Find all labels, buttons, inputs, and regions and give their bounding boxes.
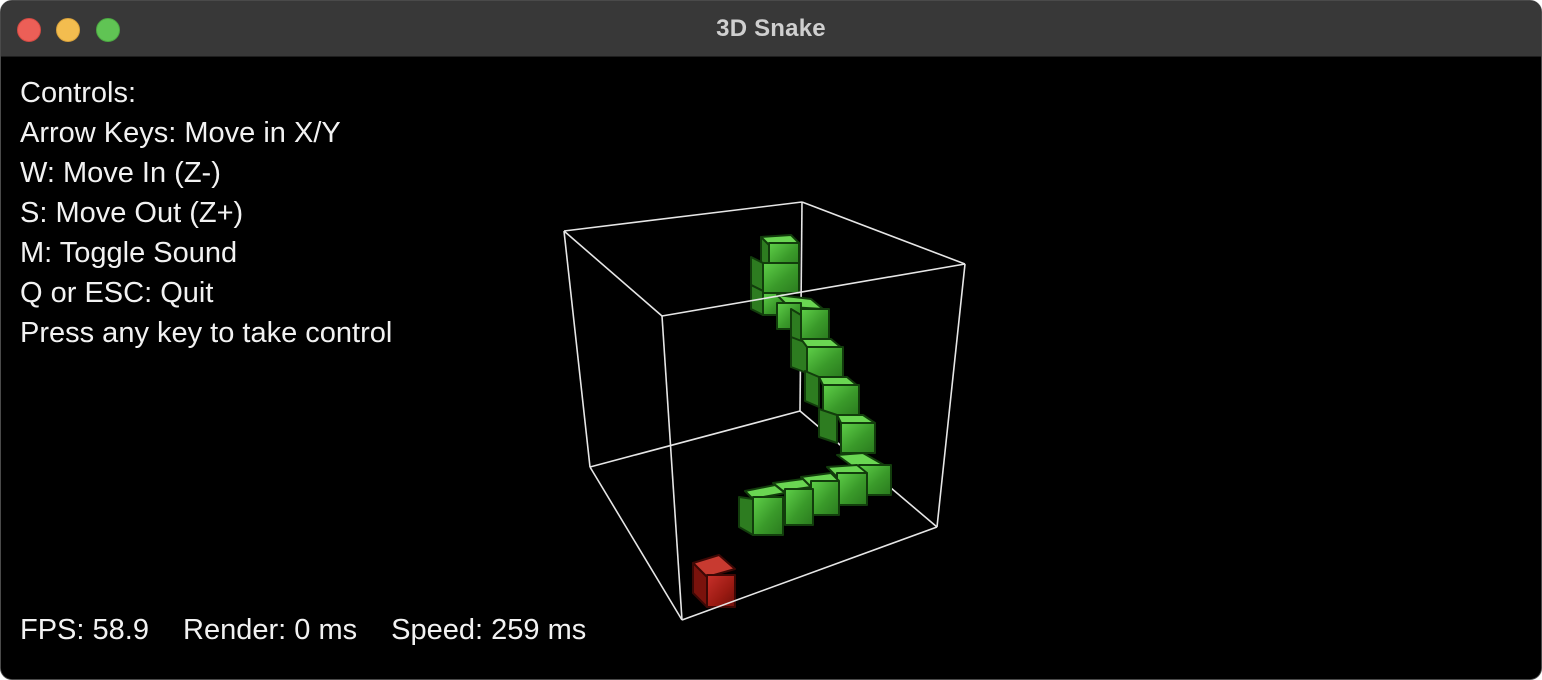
controls-heading: Controls: bbox=[20, 77, 137, 109]
stats-bar: FPS: 58.9 Render: 0 ms Speed: 259 ms bbox=[20, 614, 586, 647]
control-line: W: Move In (Z-) bbox=[20, 157, 221, 189]
snake-segment bbox=[804, 370, 860, 416]
window-title: 3D Snake bbox=[716, 15, 826, 42]
cage-edge bbox=[936, 263, 966, 528]
food-cube bbox=[692, 554, 736, 608]
cage-edge bbox=[589, 466, 683, 621]
game-viewport[interactable]: Controls: Arrow Keys: Move in X/Y W: Mov… bbox=[1, 57, 1541, 679]
render-readout: Render: 0 ms bbox=[183, 614, 358, 646]
speed-readout: Speed: 259 ms bbox=[391, 614, 587, 646]
snake-segment bbox=[738, 484, 786, 536]
control-line: Press any key to take control bbox=[20, 317, 393, 349]
controls-panel: Controls: Arrow Keys: Move in X/Y W: Mov… bbox=[20, 73, 392, 353]
snake-segment bbox=[790, 336, 844, 378]
cage-edge bbox=[563, 230, 591, 468]
cage-edge bbox=[661, 315, 683, 621]
cage-edge bbox=[563, 230, 663, 317]
cage-edge bbox=[589, 410, 801, 468]
title-bar[interactable]: 3D Snake bbox=[1, 1, 1541, 57]
app-window: 3D Snake Controls: Arrow Keys: Move in X… bbox=[0, 0, 1542, 680]
control-line: Q or ESC: Quit bbox=[20, 277, 214, 309]
control-line: S: Move Out (Z+) bbox=[20, 197, 244, 229]
control-line: Arrow Keys: Move in X/Y bbox=[20, 117, 341, 149]
snake-segment bbox=[818, 408, 876, 454]
fps-readout: FPS: 58.9 bbox=[20, 614, 149, 646]
control-line: M: Toggle Sound bbox=[20, 237, 238, 269]
cage-edge bbox=[801, 201, 966, 265]
cage-edge bbox=[563, 201, 803, 232]
